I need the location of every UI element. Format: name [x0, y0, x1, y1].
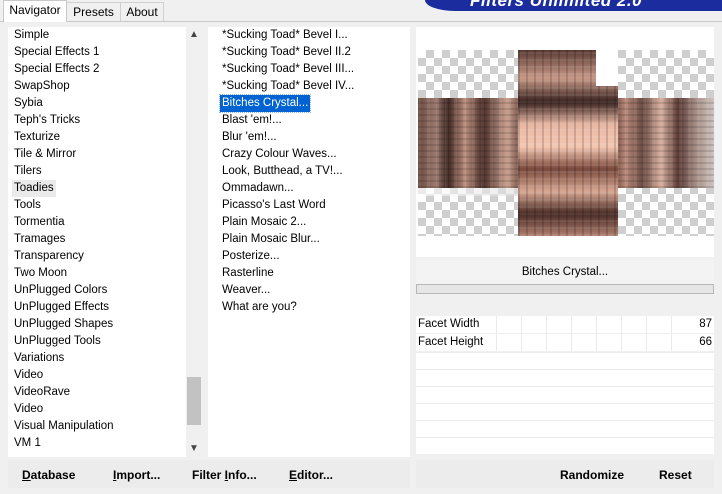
- filter-item[interactable]: Rasterline: [222, 265, 274, 282]
- category-item[interactable]: Special Effects 2: [14, 61, 99, 78]
- category-item[interactable]: Tile & Mirror: [14, 146, 76, 163]
- category-item[interactable]: Teph's Tricks: [14, 112, 80, 129]
- filter-item[interactable]: Ommadawn...: [222, 180, 294, 197]
- param-empty-row: [416, 369, 714, 386]
- scroll-up-icon[interactable]: ▲: [186, 27, 202, 43]
- param-label: Facet Width: [418, 318, 480, 330]
- category-item[interactable]: VideoRave: [14, 384, 70, 401]
- param-empty-row: [416, 386, 714, 403]
- import-button[interactable]: Import...: [113, 466, 160, 484]
- editor-button[interactable]: Editor...: [289, 466, 333, 484]
- preview-image: [418, 50, 714, 236]
- filter-item[interactable]: Posterize...: [222, 248, 280, 265]
- category-item[interactable]: Video: [14, 401, 43, 418]
- category-item[interactable]: UnPlugged Shapes: [14, 316, 113, 333]
- param-empty-row: [416, 352, 714, 369]
- filter-item[interactable]: *Sucking Toad* Bevel I...: [222, 27, 348, 44]
- param-empty-row: [416, 420, 714, 437]
- scroll-down-icon[interactable]: ▼: [186, 441, 202, 457]
- category-item[interactable]: Tramages: [14, 231, 65, 248]
- category-item[interactable]: Tormentia: [14, 214, 65, 231]
- progress-bar: [416, 284, 714, 294]
- filter-item[interactable]: *Sucking Toad* Bevel II.2: [222, 44, 351, 61]
- category-item[interactable]: UnPlugged Colors: [14, 282, 107, 299]
- param-facet-height[interactable]: Facet Height 66: [416, 334, 714, 351]
- param-value: 87: [699, 318, 712, 330]
- filter-item[interactable]: Plain Mosaic 2...: [222, 214, 306, 231]
- tab-divider: [0, 21, 722, 22]
- category-item[interactable]: Two Moon: [14, 265, 67, 282]
- app-banner: Filters Unlimited 2.0: [425, 0, 722, 11]
- category-item[interactable]: Transparency: [14, 248, 84, 265]
- category-item[interactable]: Variations: [14, 350, 64, 367]
- filter-item[interactable]: Picasso's Last Word: [222, 197, 326, 214]
- category-item[interactable]: Texturize: [14, 129, 60, 146]
- category-item[interactable]: Toadies: [12, 180, 56, 197]
- filter-info-button[interactable]: Filter Info...: [192, 466, 257, 484]
- filter-item[interactable]: *Sucking Toad* Bevel III...: [222, 61, 354, 78]
- filter-item[interactable]: What are you?: [222, 299, 297, 316]
- filter-item[interactable]: Bitches Crystal...: [218, 94, 312, 113]
- slider-track[interactable]: [496, 316, 696, 333]
- category-item[interactable]: Tilers: [14, 163, 42, 180]
- randomize-button[interactable]: Randomize: [560, 466, 624, 484]
- category-item[interactable]: Video: [14, 367, 43, 384]
- filter-item[interactable]: Blast 'em!...: [222, 112, 282, 129]
- param-empty-row: [416, 403, 714, 420]
- param-empty-row: [416, 437, 714, 454]
- filter-item[interactable]: *Sucking Toad* Bevel IV...: [222, 78, 354, 95]
- category-item[interactable]: Sybia: [14, 95, 43, 112]
- category-item[interactable]: Tools: [14, 197, 41, 214]
- param-facet-width[interactable]: Facet Width 87: [416, 316, 714, 333]
- param-value: 66: [699, 336, 712, 348]
- category-item[interactable]: Simple: [14, 27, 49, 44]
- slider-track[interactable]: [496, 334, 696, 351]
- filter-item[interactable]: Weaver...: [222, 282, 270, 299]
- app-title: Filters Unlimited 2.0: [470, 0, 643, 10]
- tab-navigator[interactable]: Navigator: [3, 0, 67, 22]
- filter-name-display: Bitches Crystal...: [416, 260, 714, 284]
- tab-about[interactable]: About: [120, 2, 164, 21]
- scrollbar-thumb[interactable]: [187, 377, 201, 425]
- category-item[interactable]: UnPlugged Effects: [14, 299, 109, 316]
- category-item[interactable]: VM 1: [14, 435, 41, 452]
- filter-item[interactable]: Plain Mosaic Blur...: [222, 231, 320, 248]
- database-button[interactable]: Database: [22, 466, 75, 484]
- category-item[interactable]: Visual Manipulation: [14, 418, 114, 435]
- param-label: Facet Height: [418, 336, 484, 348]
- filter-item[interactable]: Crazy Colour Waves...: [222, 146, 337, 163]
- category-item[interactable]: SwapShop: [14, 78, 70, 95]
- category-item[interactable]: UnPlugged Tools: [14, 333, 101, 350]
- tab-presets[interactable]: Presets: [66, 2, 121, 21]
- category-item[interactable]: Special Effects 1: [14, 44, 99, 61]
- filter-item[interactable]: Look, Butthead, a TV!...: [222, 163, 343, 180]
- filter-item[interactable]: Blur 'em!...: [222, 129, 277, 146]
- reset-button[interactable]: Reset: [659, 466, 692, 484]
- category-scrollbar[interactable]: ▲ ▼: [186, 27, 202, 457]
